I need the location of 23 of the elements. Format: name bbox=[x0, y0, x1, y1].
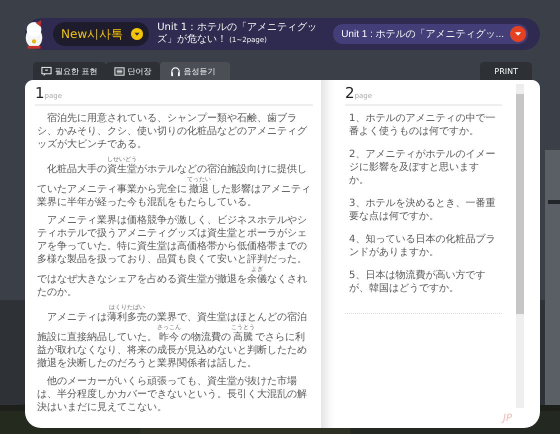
tab[interactable]: 필요한 표현 bbox=[33, 62, 106, 80]
question-text: 5、日本は物流費が高い方ですが、韓国はどうですか。 bbox=[349, 269, 486, 295]
print-button[interactable]: PRINT bbox=[480, 62, 532, 80]
question-text: 1、ホテルのアメニティの中で一番よく使うものは何ですか。 bbox=[349, 112, 496, 138]
article-paragraph: 他のメーカーがいくら頑張っても、資生堂が抜けた市場は、半分程度しかカバーできないという。長引く大混乱の解決はいまだに見えてこない。 bbox=[36, 375, 308, 414]
page-number: 1 bbox=[35, 84, 45, 102]
speech-bubble-icon bbox=[41, 66, 52, 76]
headphones-icon bbox=[170, 66, 181, 76]
cat-mascot-icon bbox=[23, 19, 45, 49]
tab[interactable]: 단어장 bbox=[106, 62, 160, 80]
question-text: 3、ホテルを決めるとき、一番重要な点は何ですか。 bbox=[349, 197, 496, 223]
question-text: 4、知っている日本の化粧品ブランドがありますか。 bbox=[349, 233, 496, 259]
article-paragraph: 宿泊先に用意されている、シャンプー類や石鹸、歯ブラシ、かみそり、クシ、使い切りの化粧品などのアメニティグッズが大ピンチである。 bbox=[36, 112, 308, 151]
corner-mark: JP bbox=[503, 413, 512, 424]
brand-dropdown[interactable]: New시사톡 bbox=[53, 22, 150, 46]
caret-icon bbox=[510, 26, 526, 42]
scrollbar[interactable] bbox=[516, 84, 524, 408]
caret-icon bbox=[131, 28, 144, 40]
list-icon bbox=[114, 66, 125, 76]
page-number: 2 bbox=[345, 84, 355, 102]
tab[interactable]: 음성듣기 bbox=[160, 62, 230, 80]
unit-dropdown[interactable]: Unit 1 : ホテルの「アメニティグッ... bbox=[333, 24, 528, 44]
question-text: 2、アメニティがホテルのイメージに影響を及ぼすと思いますか。 bbox=[349, 148, 496, 187]
